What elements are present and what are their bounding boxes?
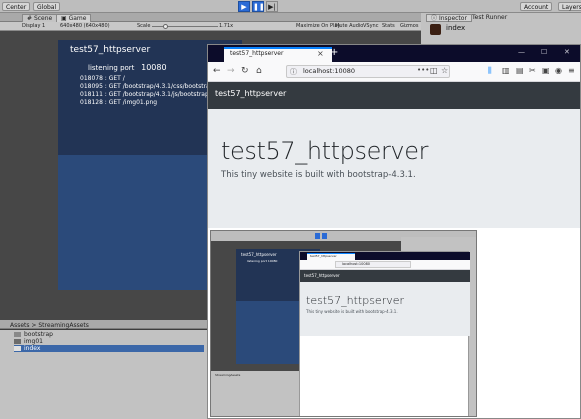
nested-heading: test57_httpserver bbox=[306, 294, 405, 307]
minimize-icon[interactable]: — bbox=[518, 48, 525, 56]
tab-test-runner[interactable]: Test Runner bbox=[468, 14, 511, 22]
firefox-window: test57_httpserver × + — ☐ ✕ ← → ↻ ⌂ ⓘ lo… bbox=[207, 44, 581, 419]
embedded-screenshot: test57_httpserver listening port 10080 S… bbox=[210, 230, 477, 417]
maximize-icon[interactable]: ☐ bbox=[541, 48, 547, 56]
page-actions-icon[interactable]: ••• bbox=[417, 66, 429, 74]
navbar-brand[interactable]: test57_httpserver bbox=[215, 89, 286, 98]
nested-play-icon bbox=[315, 233, 320, 239]
scale-label: Scale bbox=[137, 23, 151, 29]
list-item[interactable]: img01 bbox=[14, 338, 43, 345]
pocket-icon[interactable]: ◫ bbox=[430, 66, 438, 75]
step-icon[interactable]: ▶| bbox=[266, 1, 278, 12]
pause-icon[interactable]: ❚❚ bbox=[252, 1, 265, 12]
sidebar-icon[interactable]: ▥ bbox=[502, 66, 510, 75]
account-dropdown[interactable]: Account bbox=[520, 2, 553, 11]
gizmos-dropdown[interactable]: Gizmos bbox=[400, 23, 418, 30]
new-tab-icon[interactable]: + bbox=[330, 47, 338, 58]
nested-project-label: StreamingAssets bbox=[215, 373, 241, 377]
nested-firefox: test57_httpserver localhost:10080 test57… bbox=[299, 251, 470, 416]
close-tab-icon[interactable]: × bbox=[317, 49, 324, 58]
browser-tab-title: test57_httpserver bbox=[230, 50, 284, 57]
nested-port: listening port 10080 bbox=[247, 259, 278, 263]
display-dropdown[interactable]: Display 1 bbox=[22, 23, 45, 30]
firefox-file-icon bbox=[430, 24, 441, 35]
inspector-object-name: index bbox=[446, 24, 466, 32]
nested-tab-title: test57_httpserver bbox=[310, 254, 337, 258]
vsync-toggle[interactable]: VSync bbox=[363, 23, 378, 30]
home-icon[interactable]: ⌂ bbox=[256, 66, 262, 76]
unity-toolbar bbox=[0, 0, 581, 13]
scale-slider[interactable] bbox=[152, 26, 218, 27]
breadcrumb[interactable]: Assets > StreamingAssets bbox=[10, 322, 89, 329]
library-icon[interactable]: ⫼ bbox=[488, 66, 492, 76]
folder-icon bbox=[14, 332, 21, 337]
list-item-selected[interactable]: index bbox=[14, 345, 204, 352]
jumbotron bbox=[208, 109, 580, 228]
play-icon[interactable]: ▶ bbox=[238, 1, 250, 12]
url-text: localhost:10080 bbox=[303, 67, 356, 75]
layers-dropdown[interactable]: Layers bbox=[558, 2, 581, 11]
log-line: 018078 : GET / bbox=[80, 75, 125, 82]
close-window-icon[interactable]: ✕ bbox=[564, 48, 570, 56]
log-line: 018128 : GET /img01.png bbox=[80, 99, 158, 106]
back-icon[interactable]: ← bbox=[213, 66, 221, 76]
tab-scene[interactable]: # Scene bbox=[22, 14, 58, 22]
log-line: 018095 : GET /bootstrap/4.3.1/css/bootst… bbox=[80, 83, 216, 90]
nested-game-title: test57_httpserver bbox=[241, 252, 277, 257]
nested-pause-icon bbox=[322, 233, 327, 239]
account-icon[interactable]: ◉ bbox=[555, 66, 562, 75]
resolution-dropdown[interactable]: 640x480 (640x480) bbox=[60, 23, 110, 30]
reload-icon[interactable]: ↻ bbox=[241, 66, 249, 76]
pivot-center-button[interactable]: Center bbox=[2, 2, 31, 11]
scene-icon: # bbox=[27, 15, 33, 22]
nested-lead: This tiny website is built with bootstra… bbox=[306, 309, 398, 314]
nested-brand: test57_httpserver bbox=[304, 273, 340, 278]
menu-icon[interactable]: ≡ bbox=[568, 66, 575, 75]
image-icon bbox=[14, 339, 21, 344]
pivot-global-button[interactable]: Global bbox=[33, 2, 61, 11]
stats-toggle[interactable]: Stats bbox=[382, 23, 395, 30]
info-icon: ⓘ bbox=[431, 15, 438, 22]
extension-icon[interactable]: ▣ bbox=[542, 66, 550, 75]
mute-audio-toggle[interactable]: Mute Audio bbox=[335, 23, 363, 30]
list-item[interactable]: bootstrap bbox=[14, 331, 53, 338]
scale-slider-handle[interactable] bbox=[163, 24, 168, 29]
game-icon: ▣ bbox=[61, 15, 67, 22]
screenshot-icon[interactable]: ✂ bbox=[529, 66, 536, 75]
bookmark-star-icon[interactable]: ☆ bbox=[441, 66, 448, 75]
reader-icon[interactable]: ▤ bbox=[516, 66, 524, 75]
page-heading: test57_httpserver bbox=[221, 137, 429, 165]
info-icon[interactable]: ⓘ bbox=[290, 67, 297, 77]
listening-port: listening port 10080 bbox=[88, 63, 167, 72]
tab-inspector[interactable]: ⓘ Inspector bbox=[426, 14, 472, 22]
maximize-on-play-toggle[interactable]: Maximize On Play bbox=[296, 23, 340, 30]
forward-icon[interactable]: → bbox=[227, 66, 235, 76]
page-lead: This tiny website is built with bootstra… bbox=[221, 170, 416, 180]
nested-url: localhost:10080 bbox=[342, 262, 371, 266]
game-title: test57_httpserver bbox=[70, 45, 151, 55]
tab-game[interactable]: ▣ Game bbox=[56, 14, 92, 22]
log-line: 018111 : GET /bootstrap/4.3.1/js/bootstr… bbox=[80, 91, 217, 98]
file-icon bbox=[14, 346, 21, 351]
scale-value: 1.71x bbox=[219, 23, 234, 29]
